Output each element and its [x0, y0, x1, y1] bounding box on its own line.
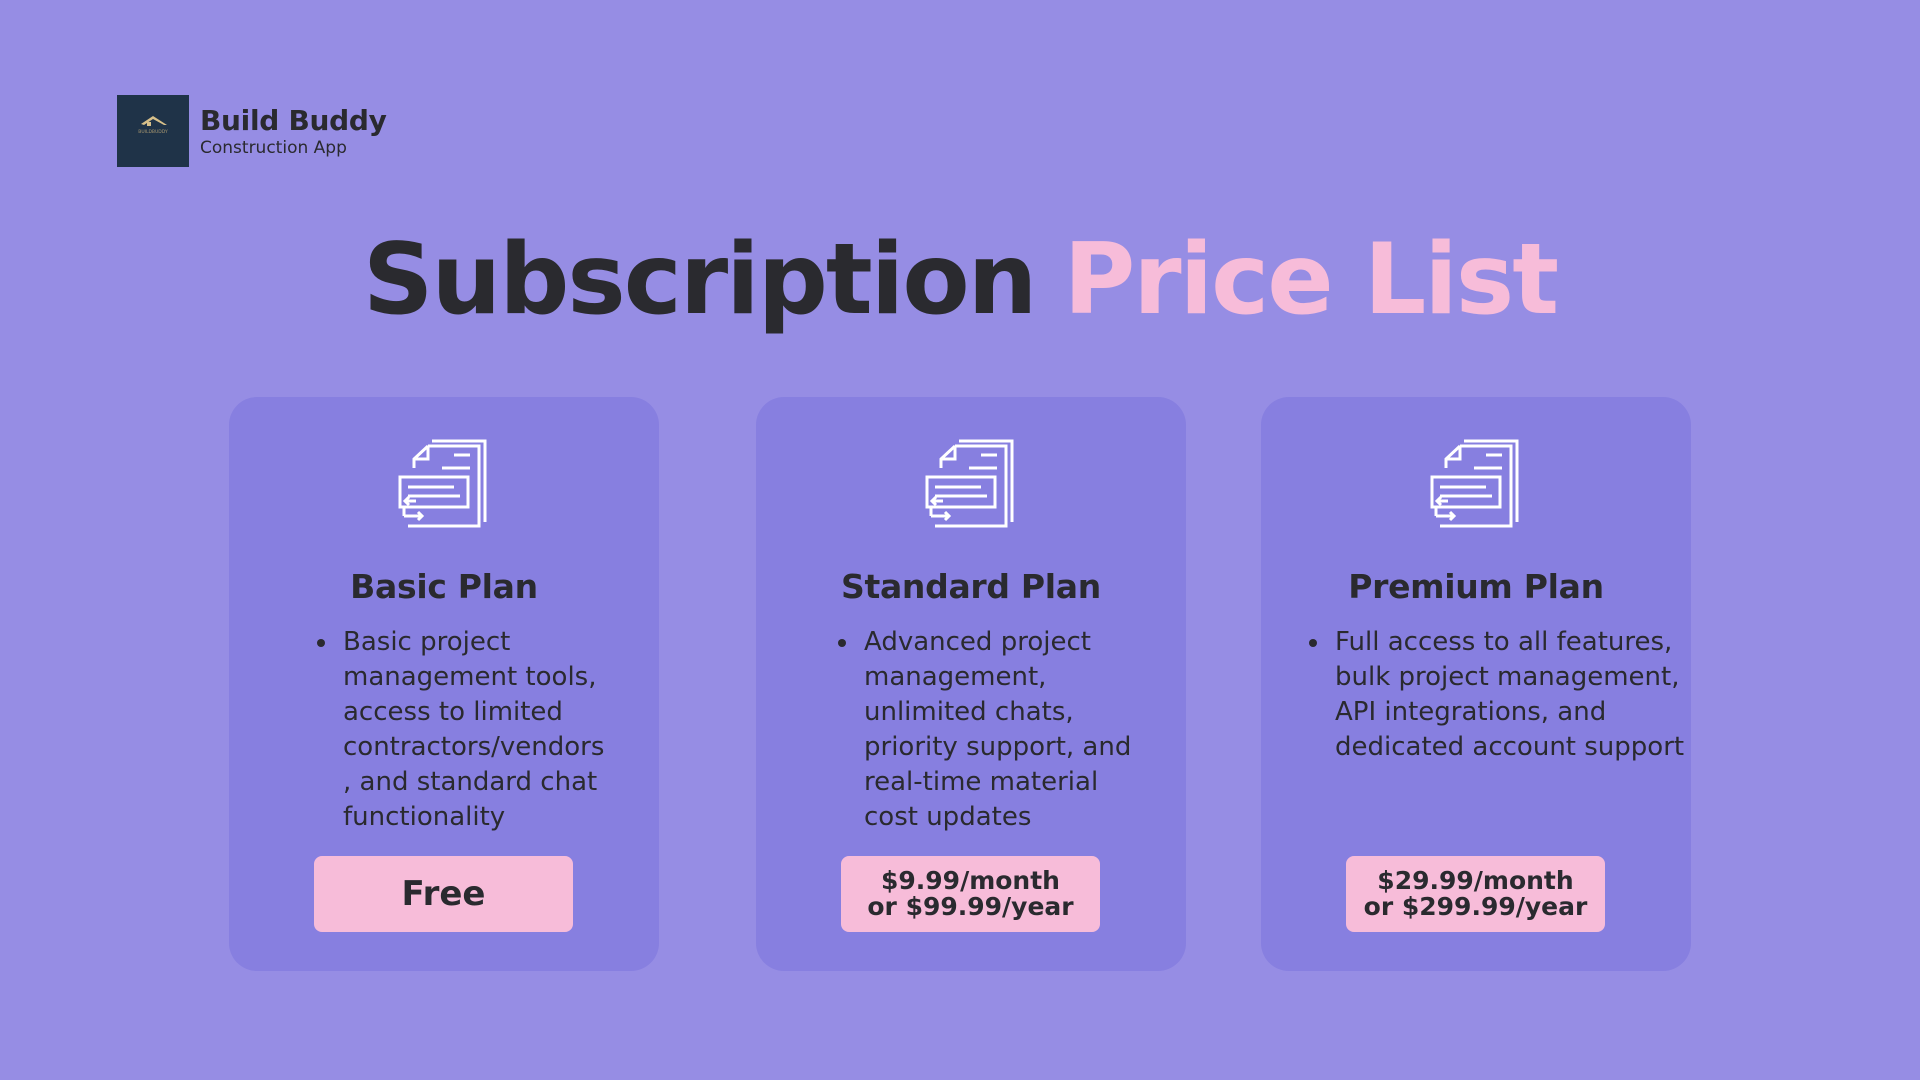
- plan-card-premium: Premium Plan Full access to all features…: [1261, 397, 1691, 971]
- plan-feature-item: Advanced project management, unlimited c…: [860, 625, 1150, 835]
- plan-feature-item: Full access to all features, bulk projec…: [1331, 625, 1691, 765]
- page-title-part2: Price List: [1063, 223, 1559, 337]
- price-button-free[interactable]: Free: [314, 856, 573, 932]
- plan-title: Basic Plan: [350, 567, 538, 606]
- app-logo: BUILDBUDDY: [117, 95, 189, 167]
- page-title: Subscription Price List: [0, 222, 1920, 338]
- price-button-standard[interactable]: $9.99/month or $99.99/year: [841, 856, 1100, 932]
- plan-card-basic: Basic Plan Basic project management tool…: [229, 397, 659, 971]
- brand-subtitle: Construction App: [200, 138, 347, 158]
- invoice-document-icon: [925, 439, 1014, 528]
- page-title-part1: Subscription: [362, 223, 1038, 337]
- brand-name: Build Buddy: [200, 104, 387, 137]
- plan-card-standard: Standard Plan Advanced project managemen…: [756, 397, 1186, 971]
- roof-logo-icon: BUILDBUDDY: [138, 116, 168, 135]
- invoice-document-icon: [1430, 439, 1519, 528]
- plan-features: Full access to all features, bulk projec…: [1307, 625, 1691, 765]
- price-button-premium[interactable]: $29.99/month or $299.99/year: [1346, 856, 1605, 932]
- plan-features: Advanced project management, unlimited c…: [836, 625, 1150, 835]
- plan-features: Basic project management tools, access t…: [315, 625, 611, 835]
- brand: BUILDBUDDY Build Buddy Construction App: [117, 95, 387, 167]
- plan-title: Premium Plan: [1348, 567, 1604, 606]
- brand-text: Build Buddy Construction App: [200, 104, 387, 158]
- svg-text:BUILDBUDDY: BUILDBUDDY: [138, 129, 168, 135]
- plan-feature-item: Basic project management tools, access t…: [339, 625, 611, 835]
- invoice-document-icon: [398, 439, 487, 528]
- plan-title: Standard Plan: [841, 567, 1101, 606]
